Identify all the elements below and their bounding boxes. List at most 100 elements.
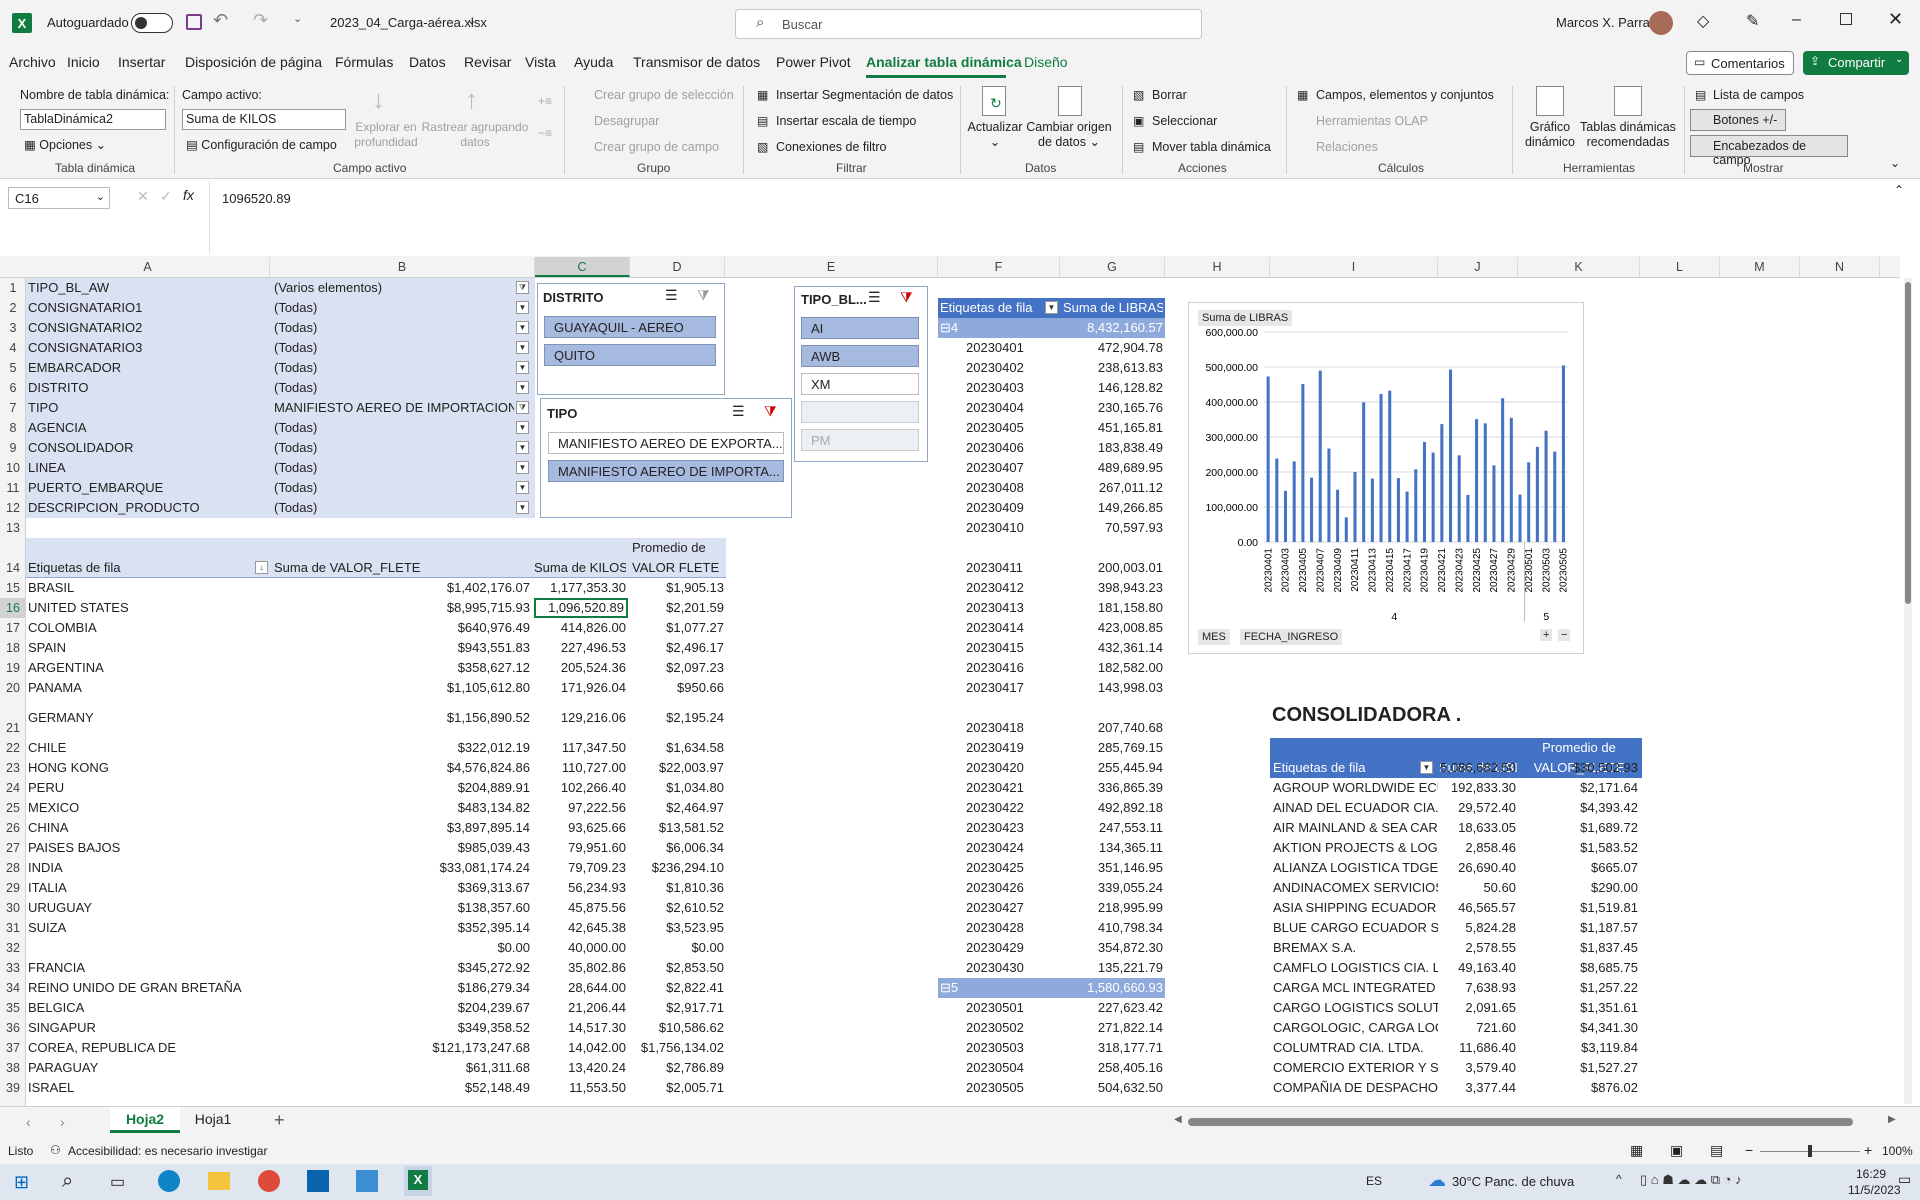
chart-bar[interactable] [1414,469,1418,542]
row-number[interactable]: 29 [0,878,26,898]
row-number[interactable]: 10 [0,458,26,478]
chart-bar[interactable] [1431,452,1435,542]
zoom-in-icon[interactable]: + [1864,1142,1872,1158]
next-sheet-icon[interactable]: › [60,1114,65,1130]
chart-bar[interactable] [1492,465,1496,542]
zoom-level[interactable]: 100% [1882,1144,1913,1158]
filter-connections-button[interactable]: Conexiones de filtro [776,140,886,154]
selected-cell-c16[interactable]: 1,096,520.89 [534,598,628,618]
slicer-tipobl-item[interactable]: AI [801,317,919,339]
cancel-icon[interactable]: ✕ [137,188,149,205]
slicer-tipo-item[interactable]: MANIFIESTO AEREO DE IMPORTA... [548,460,784,482]
row-number[interactable]: 6 [0,378,26,398]
outlook-icon[interactable] [307,1170,329,1192]
chart-bar[interactable] [1344,517,1348,542]
row-number[interactable]: 27 [0,838,26,858]
chart-bar[interactable] [1561,365,1565,542]
filter-dropdown-icon[interactable]: ▼ [516,321,529,334]
horizontal-scrollbar[interactable] [1188,1118,1853,1126]
pivot1-kilos-value[interactable]: 129,216.06 [534,708,628,728]
chart-collapse-icon[interactable]: − [1558,629,1571,641]
refresh-button[interactable]: Actualizar ⌄ [967,120,1023,149]
pivot1-kilos-value[interactable]: 35,802.86 [534,958,628,978]
row-number[interactable]: 26 [0,818,26,838]
filter-dropdown-icon[interactable]: ⧩ [516,281,529,294]
column-header[interactable]: G [1060,257,1165,277]
row-number[interactable]: 11 [0,478,26,498]
save-icon[interactable] [186,14,202,30]
share-button[interactable]: ⇪ Compartir ⌄ [1803,51,1909,75]
filter-dropdown-icon[interactable]: ▼ [516,421,529,434]
redo-icon[interactable]: ↷ [253,10,268,31]
chart-bar[interactable] [1483,423,1487,542]
weather-text[interactable]: 30°C Panc. de chuva [1452,1174,1574,1189]
file-name[interactable]: 2023_04_Carga-aérea.xlsx [330,15,487,30]
search-box[interactable]: ⌕ Buscar [735,9,1202,39]
pivot1-kilos-value[interactable]: 28,644.00 [534,978,628,998]
menu-transmisor[interactable]: Transmisor de datos [633,54,760,70]
photos-icon[interactable] [356,1170,378,1192]
task-view-icon[interactable]: ▭ [110,1172,125,1192]
row-number[interactable]: 38 [0,1058,26,1078]
row-number[interactable]: 32 [0,938,26,958]
chart-bar[interactable] [1396,478,1400,542]
chart-bar[interactable] [1310,477,1314,542]
formula-expand-icon[interactable]: ⌃ [1894,183,1904,197]
chart-bar[interactable] [1370,478,1374,542]
row-number[interactable]: 19 [0,658,26,678]
chart-bar[interactable] [1362,402,1366,542]
column-header[interactable]: F [938,257,1060,277]
menu-ayuda[interactable]: Ayuda [574,54,613,70]
chart-bar[interactable] [1405,491,1409,542]
tray-chevron-icon[interactable]: ^ [1616,1172,1622,1186]
customize-qat-icon[interactable]: ⌄ [293,12,302,25]
prev-sheet-icon[interactable]: ‹ [26,1114,31,1130]
chart-field-button-fecha[interactable]: FECHA_INGRESO [1240,629,1343,645]
pivot-chart-button[interactable]: Gráfico dinámico [1516,120,1584,150]
chart-bar[interactable] [1457,455,1461,542]
relations-button[interactable]: Relaciones [1316,140,1378,154]
slicer-tipo[interactable] [540,398,792,518]
chart-expand-icon[interactable]: + [1540,629,1553,641]
row-number[interactable]: 2 [0,298,26,318]
chart-bar[interactable] [1318,370,1322,542]
slicer-distrito-item[interactable]: QUITO [544,344,716,366]
select-button[interactable]: Seleccionar [1152,114,1217,128]
row-number[interactable]: 14 [0,538,26,578]
clear-filter-icon[interactable]: ⧩ [764,403,777,420]
options-button[interactable]: ▦ Opciones ⌄ [24,137,106,152]
pivot1-kilos-value[interactable]: 21,206.44 [534,998,628,1018]
clear-filter-icon[interactable]: ⧩ [697,287,710,304]
diamond-icon[interactable]: ◇ [1697,11,1709,31]
column-header[interactable]: M [1720,257,1800,277]
menu-insertar[interactable]: Insertar [118,54,165,70]
menu-disposicion[interactable]: Disposición de página [185,54,322,70]
chart-bar[interactable] [1535,446,1539,542]
comments-button[interactable]: ▭ Comentarios [1686,51,1794,75]
buttons-pm-toggle[interactable]: Botones +/- [1690,109,1786,131]
multiselect-icon[interactable]: ☰ [732,403,745,420]
notification-icon[interactable]: ▭ [1898,1171,1911,1188]
column-header[interactable]: A [26,257,270,277]
edge-icon[interactable] [158,1170,180,1192]
slicer-tipobl-item[interactable]: PM [801,429,919,451]
excel-taskbar-icon[interactable]: X [404,1166,432,1196]
chart-bar[interactable] [1301,384,1305,542]
chart-bar[interactable] [1353,471,1357,542]
ungroup-button[interactable]: Desagrupar [594,114,659,128]
formula-input[interactable]: 1096520.89 [209,181,1909,253]
filter-dropdown-icon[interactable]: ▼ [516,441,529,454]
chrome-icon[interactable] [258,1170,280,1192]
name-box[interactable]: C16 ⌄ [8,187,110,209]
olap-tools-button[interactable]: Herramientas OLAP [1316,114,1428,128]
pivot1-kilos-value[interactable]: 205,524.36 [534,658,628,678]
row-number[interactable]: 7 [0,398,26,418]
pivot1-kilos-value[interactable]: 13,420.24 [534,1058,628,1078]
chart-bar[interactable] [1509,417,1513,542]
row-number[interactable]: 33 [0,958,26,978]
create-sel-group-button[interactable]: Crear grupo de selección [594,88,734,102]
chart-bar[interactable] [1388,390,1392,542]
expand-field-icon[interactable]: +≡ [538,94,552,108]
clock-date[interactable]: 11/5/2023 [1848,1183,1901,1197]
column-header[interactable]: N [1800,257,1880,277]
